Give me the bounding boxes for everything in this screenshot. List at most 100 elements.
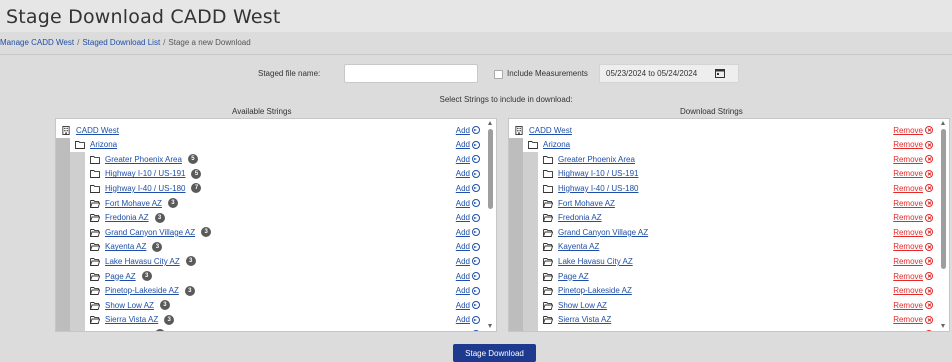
tree-row: Arizona Remove: [527, 138, 937, 152]
tree-item-link[interactable]: Show Low AZ: [558, 301, 607, 310]
remove-button[interactable]: Remove: [893, 242, 933, 251]
arrow-right-circle-icon: [472, 301, 480, 310]
tree-item-link[interactable]: Thatcher AZ: [105, 330, 149, 331]
tree-item-link[interactable]: Pinetop-Lakeside AZ: [558, 286, 632, 295]
tree-item-link[interactable]: Highway I-40 / US-180: [105, 184, 185, 193]
add-label: Add: [455, 315, 470, 325]
scroll-up-arrow-icon[interactable]: [488, 121, 492, 125]
tree-item-link[interactable]: Highway I-10 / US-191: [558, 169, 638, 178]
tree-item-link[interactable]: Fredonia AZ: [558, 213, 602, 222]
remove-button[interactable]: Remove: [893, 155, 933, 164]
folder-open-icon: [542, 315, 553, 325]
tree-item-link[interactable]: Greater Phoenix Area: [105, 155, 182, 164]
x-circle-icon: [925, 199, 933, 207]
include-measurements-checkbox[interactable]: [494, 70, 503, 79]
tree-item-link[interactable]: Kayenta AZ: [558, 242, 599, 251]
file-name-input[interactable]: [344, 64, 478, 83]
add-button[interactable]: Add: [456, 213, 480, 222]
add-label: Add: [455, 213, 470, 223]
add-button[interactable]: Add: [456, 242, 480, 251]
stage-download-button[interactable]: Stage Download: [453, 344, 536, 362]
remove-button[interactable]: Remove: [893, 169, 933, 178]
scroll-thumb[interactable]: [488, 129, 493, 209]
tree-item-link[interactable]: Lake Havasu City AZ: [105, 257, 180, 266]
scroll-down-arrow-icon[interactable]: [941, 324, 945, 328]
add-label: Add: [456, 330, 470, 331]
scrollbar[interactable]: [939, 119, 948, 331]
remove-label: Remove: [893, 125, 923, 135]
tree-item-link[interactable]: Page AZ: [558, 272, 589, 281]
include-measurements-label[interactable]: Include Measurements: [507, 69, 588, 78]
tree-row: Show Low AZ Remove: [542, 298, 937, 312]
add-label: Add: [455, 125, 470, 135]
tree-item-link[interactable]: Arizona: [543, 140, 570, 149]
remove-button[interactable]: Remove: [893, 301, 933, 310]
tree-item-link[interactable]: Pinetop-Lakeside AZ: [105, 286, 179, 295]
folder-open-icon: [89, 227, 100, 237]
tree-row: Grand Canyon Village AZ Remove: [542, 225, 937, 239]
remove-button[interactable]: Remove: [893, 286, 933, 295]
x-circle-icon: [925, 257, 933, 266]
add-button[interactable]: Add: [456, 140, 480, 149]
add-button[interactable]: Add: [456, 315, 480, 324]
tree-item-link[interactable]: Highway I-40 / US-180: [558, 184, 638, 193]
remove-button[interactable]: Remove: [893, 257, 933, 266]
tree-item-link[interactable]: Fort Mohave AZ: [558, 199, 615, 208]
tree-item-link[interactable]: Grand Canyon Village AZ: [105, 228, 195, 237]
remove-button[interactable]: Remove: [893, 184, 933, 193]
remove-button[interactable]: Remove: [893, 199, 933, 208]
select-strings-label: Select Strings to include in download:: [439, 95, 573, 104]
tree-item-link[interactable]: Fort Mohave AZ: [105, 199, 162, 208]
tree-row: Page AZ 3 Add: [89, 269, 484, 283]
remove-button[interactable]: Remove: [893, 272, 933, 281]
x-circle-icon: [925, 330, 933, 331]
tree-item-link[interactable]: Greater Phoenix Area: [558, 155, 635, 164]
download-strings-panel: CADD West Remove Arizona Remove Greater Phoe…: [508, 118, 950, 332]
add-button[interactable]: Add: [456, 286, 480, 295]
tree-item-link[interactable]: Thatcher AZ: [558, 330, 602, 331]
calendar-icon[interactable]: [713, 66, 727, 80]
tree-item-link[interactable]: Highway I-10 / US-191: [105, 169, 185, 178]
tree-item-link[interactable]: Lake Havasu City AZ: [558, 257, 633, 266]
tree-item-link[interactable]: Page AZ: [105, 272, 136, 281]
add-button[interactable]: Add: [456, 155, 480, 164]
tree-item-link[interactable]: Show Low AZ: [105, 301, 154, 310]
breadcrumb-link-manage[interactable]: Manage CADD West: [0, 38, 74, 47]
remove-button[interactable]: Remove: [893, 330, 933, 331]
add-button[interactable]: Add: [456, 184, 480, 193]
remove-button[interactable]: Remove: [893, 126, 933, 135]
scrollbar[interactable]: [486, 119, 495, 331]
remove-button[interactable]: Remove: [893, 140, 933, 149]
folder-icon: [89, 183, 100, 193]
tree-item-link[interactable]: CADD West: [529, 126, 572, 135]
tree-row: Lake Havasu City AZ Remove: [542, 254, 937, 268]
remove-button[interactable]: Remove: [893, 213, 933, 222]
scroll-thumb[interactable]: [941, 129, 946, 269]
x-circle-icon: [925, 169, 933, 178]
tree-item-link[interactable]: CADD West: [76, 126, 119, 135]
tree-item-link[interactable]: Sierra Vista AZ: [105, 315, 158, 324]
breadcrumb-link-staged-list[interactable]: Staged Download List: [82, 38, 160, 47]
tree-item-link[interactable]: Sierra Vista AZ: [558, 315, 611, 324]
tree-row: CADD West Remove: [513, 123, 937, 137]
scroll-down-arrow-icon[interactable]: [488, 324, 492, 328]
add-button[interactable]: Add: [456, 272, 480, 281]
add-button[interactable]: Add: [456, 126, 480, 135]
remove-button[interactable]: Remove: [893, 315, 933, 324]
tree-item-label: Arizona: [90, 140, 117, 149]
add-button[interactable]: Add: [456, 301, 480, 310]
add-button[interactable]: Add: [456, 257, 480, 266]
add-button[interactable]: Add: [456, 199, 480, 208]
tree-item-link[interactable]: Fredonia AZ: [105, 213, 149, 222]
remove-label: Remove: [893, 183, 923, 193]
remove-button[interactable]: Remove: [893, 228, 933, 237]
tree-item-link[interactable]: Grand Canyon Village AZ: [558, 228, 648, 237]
tree-item-link[interactable]: Arizona: [90, 140, 117, 149]
tree-item-link[interactable]: Kayenta AZ: [105, 242, 146, 251]
scroll-up-arrow-icon[interactable]: [941, 121, 945, 125]
count-badge: 3: [167, 198, 178, 208]
add-button[interactable]: Add: [456, 169, 480, 178]
remove-label: Remove: [893, 286, 923, 296]
add-button[interactable]: Add: [456, 330, 480, 331]
add-button[interactable]: Add: [456, 228, 480, 237]
